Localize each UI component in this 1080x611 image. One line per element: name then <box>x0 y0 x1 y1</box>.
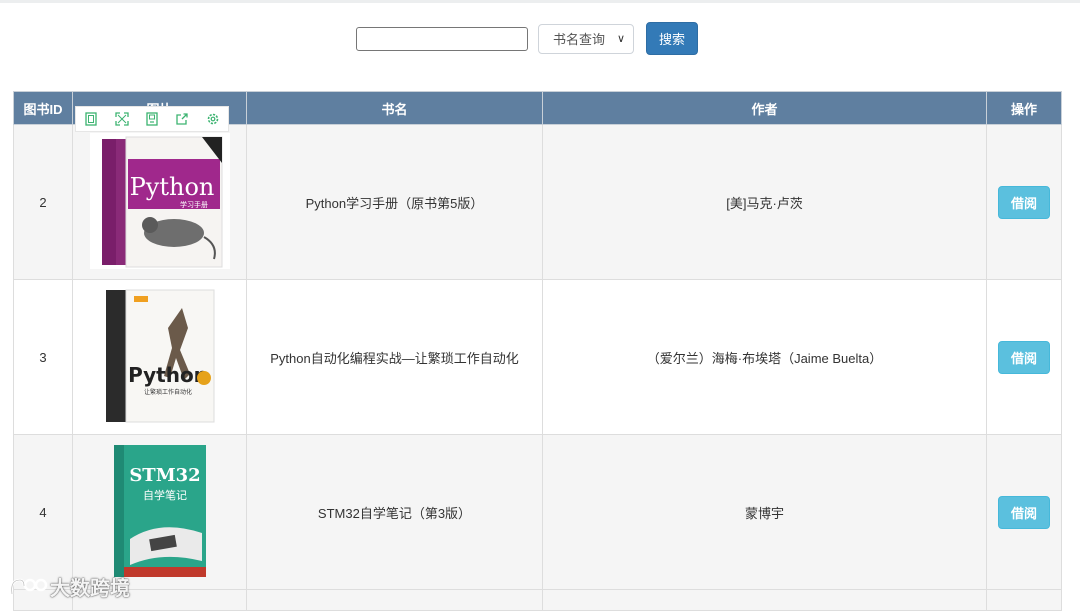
book-id: 4 <box>13 434 73 590</box>
watermark-logo-icon <box>10 578 48 594</box>
header-book-id: 图书ID <box>13 91 73 125</box>
cover1-title: Python <box>129 173 214 201</box>
book-cover-image[interactable]: Python 学习手册 <box>89 132 230 272</box>
settings-icon[interactable] <box>206 112 220 126</box>
book-cover-cell: STM32 自学笔记 <box>72 434 247 590</box>
book-id: 3 <box>13 279 73 435</box>
fit-window-icon[interactable] <box>84 112 98 126</box>
book-author: 蒙博宇 <box>542 434 987 590</box>
table-row: 2 Python 学习手册 Python学习手册（原书第5版） [美]马克·卢茨… <box>13 124 1062 280</box>
table-row <box>13 589 1062 611</box>
fullscreen-icon[interactable] <box>114 112 129 126</box>
header-title: 书名 <box>246 91 543 125</box>
book-author: （爱尔兰）海梅·布埃塔（Jaime Buelta） <box>542 279 987 435</box>
book-cover-image[interactable]: STM32 自学笔记 <box>109 442 210 582</box>
search-bar: 书名查询 ∨ 搜索 <box>356 22 698 55</box>
watermark-text: 大数跨境 <box>50 578 130 600</box>
table-row: 4 STM32 自学笔记 STM32自学笔记（第3版） 蒙博宇 借阅 <box>13 434 1062 590</box>
borrow-button[interactable]: 借阅 <box>998 495 1050 529</box>
search-type-select[interactable]: 书名查询 ∨ <box>538 23 634 54</box>
save-image-icon[interactable] <box>145 112 159 126</box>
book-action-cell: 借阅 <box>986 124 1062 280</box>
search-input[interactable] <box>356 26 528 51</box>
book-action-cell: 借阅 <box>986 279 1062 435</box>
book-title: Python学习手册（原书第5版） <box>246 124 543 280</box>
book-action-cell: 借阅 <box>986 434 1062 590</box>
cover2-title: Python <box>128 363 208 387</box>
top-divider <box>0 0 1080 3</box>
book-cover-cell: Python 让繁琐工作自动化 <box>72 279 247 435</box>
watermark: 大数跨境 <box>8 572 130 601</box>
book-author: [美]马克·卢茨 <box>542 124 987 280</box>
search-type-value: 书名查询 <box>553 32 606 47</box>
cover3-subtitle: 自学笔记 <box>143 488 187 502</box>
books-table: 图书ID 图片 书名 作者 操作 2 Python 学习手册 <box>13 91 1062 611</box>
image-hover-toolbar <box>75 106 229 132</box>
book-cover-cell: Python 学习手册 <box>72 124 247 280</box>
header-author: 作者 <box>542 91 987 125</box>
search-button[interactable]: 搜索 <box>646 22 698 55</box>
book-title: STM32自学笔记（第3版） <box>246 434 543 590</box>
table-row: 3 Python 让繁琐工作自动化 Python自动化编程实战—让繁琐工作自动化… <box>13 279 1062 435</box>
chevron-down-icon: ∨ <box>616 33 625 45</box>
book-cover-image[interactable]: Python 让繁琐工作自动化 <box>103 287 216 427</box>
cover1-subtitle: 学习手册 <box>180 200 208 209</box>
cover2-subtitle: 让繁琐工作自动化 <box>143 388 191 396</box>
borrow-button[interactable]: 借阅 <box>998 185 1050 219</box>
cover3-title: STM32 <box>129 465 200 486</box>
header-action: 操作 <box>986 91 1062 125</box>
share-icon[interactable] <box>175 112 189 126</box>
book-id: 2 <box>13 124 73 280</box>
book-title: Python自动化编程实战—让繁琐工作自动化 <box>246 279 543 435</box>
borrow-button[interactable]: 借阅 <box>998 340 1050 374</box>
